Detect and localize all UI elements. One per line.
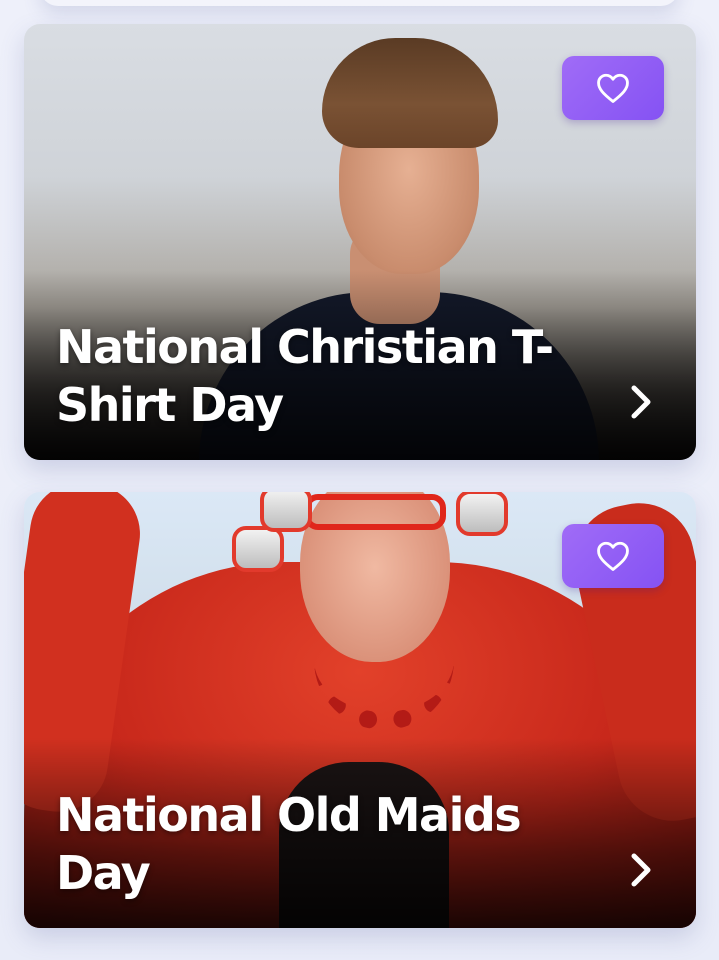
chevron-right-icon [631, 385, 651, 419]
favorite-button[interactable] [562, 524, 664, 588]
heart-outline-icon [597, 73, 629, 103]
favorite-button[interactable] [562, 56, 664, 120]
open-card-button[interactable] [626, 382, 656, 422]
photo-curler-shape [232, 526, 284, 572]
photo-hair-shape [322, 38, 498, 148]
holiday-list-screen: National Christian T-Shirt Day National … [0, 0, 719, 960]
previous-card-edge[interactable] [40, 0, 679, 6]
card-title: National Christian T-Shirt Day [56, 320, 554, 432]
heart-outline-icon [597, 541, 629, 571]
card-title: National Old Maids Day [56, 788, 522, 900]
chevron-right-icon [631, 853, 651, 887]
holiday-card[interactable]: National Old Maids Day [24, 492, 696, 928]
open-card-button[interactable] [626, 850, 656, 890]
photo-glasses-shape [304, 494, 446, 530]
photo-curler-shape [260, 492, 312, 532]
holiday-card[interactable]: National Christian T-Shirt Day [24, 24, 696, 460]
photo-curler-shape [456, 492, 508, 536]
